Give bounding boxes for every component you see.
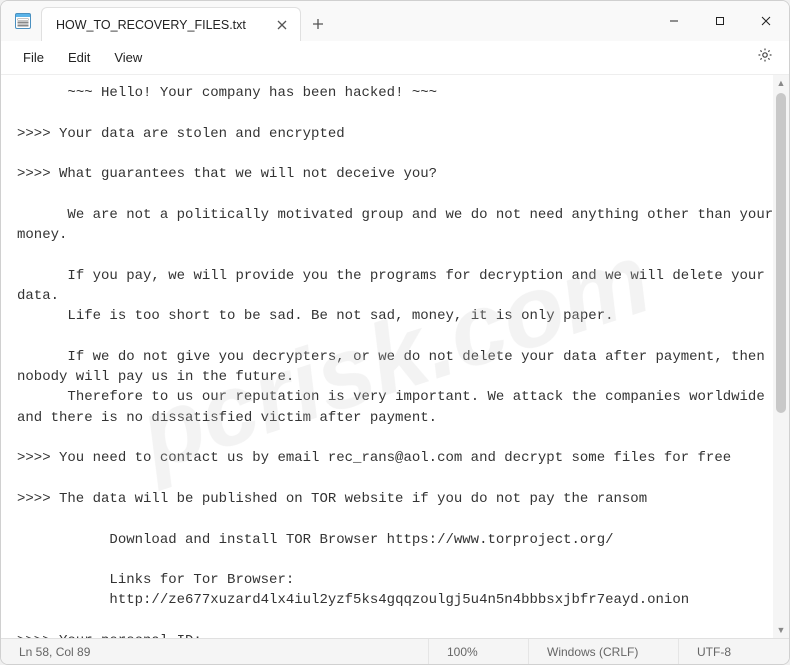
status-line-ending[interactable]: Windows (CRLF): [529, 639, 679, 664]
window-controls: [651, 1, 789, 41]
scrollbar-thumb[interactable]: [776, 93, 786, 413]
vertical-scrollbar[interactable]: ▲ ▼: [773, 75, 789, 638]
text-editor[interactable]: ~~~ Hello! Your company has been hacked!…: [1, 75, 789, 638]
maximize-button[interactable]: [697, 1, 743, 41]
minimize-button[interactable]: [651, 1, 697, 41]
status-zoom[interactable]: 100%: [429, 639, 529, 664]
scroll-down-icon[interactable]: ▼: [773, 622, 789, 638]
notepad-window: HOW_TO_RECOVERY_FILES.txt File Edit View: [0, 0, 790, 665]
gear-icon: [757, 47, 773, 68]
scroll-up-icon[interactable]: ▲: [773, 75, 789, 91]
settings-button[interactable]: [751, 44, 779, 72]
notepad-app-icon: [15, 13, 31, 29]
new-tab-button[interactable]: [301, 7, 335, 41]
titlebar[interactable]: HOW_TO_RECOVERY_FILES.txt: [1, 1, 789, 41]
statusbar: Ln 58, Col 89 100% Windows (CRLF) UTF-8: [1, 638, 789, 664]
tab-close-icon[interactable]: [274, 17, 290, 33]
document-tab[interactable]: HOW_TO_RECOVERY_FILES.txt: [41, 7, 301, 41]
menu-file[interactable]: File: [11, 45, 56, 70]
status-cursor-position: Ln 58, Col 89: [1, 639, 429, 664]
status-encoding[interactable]: UTF-8: [679, 639, 789, 664]
tab-title: HOW_TO_RECOVERY_FILES.txt: [56, 18, 274, 32]
menu-view[interactable]: View: [102, 45, 154, 70]
close-button[interactable]: [743, 1, 789, 41]
menubar: File Edit View: [1, 41, 789, 75]
content-area: ~~~ Hello! Your company has been hacked!…: [1, 75, 789, 638]
menu-edit[interactable]: Edit: [56, 45, 102, 70]
